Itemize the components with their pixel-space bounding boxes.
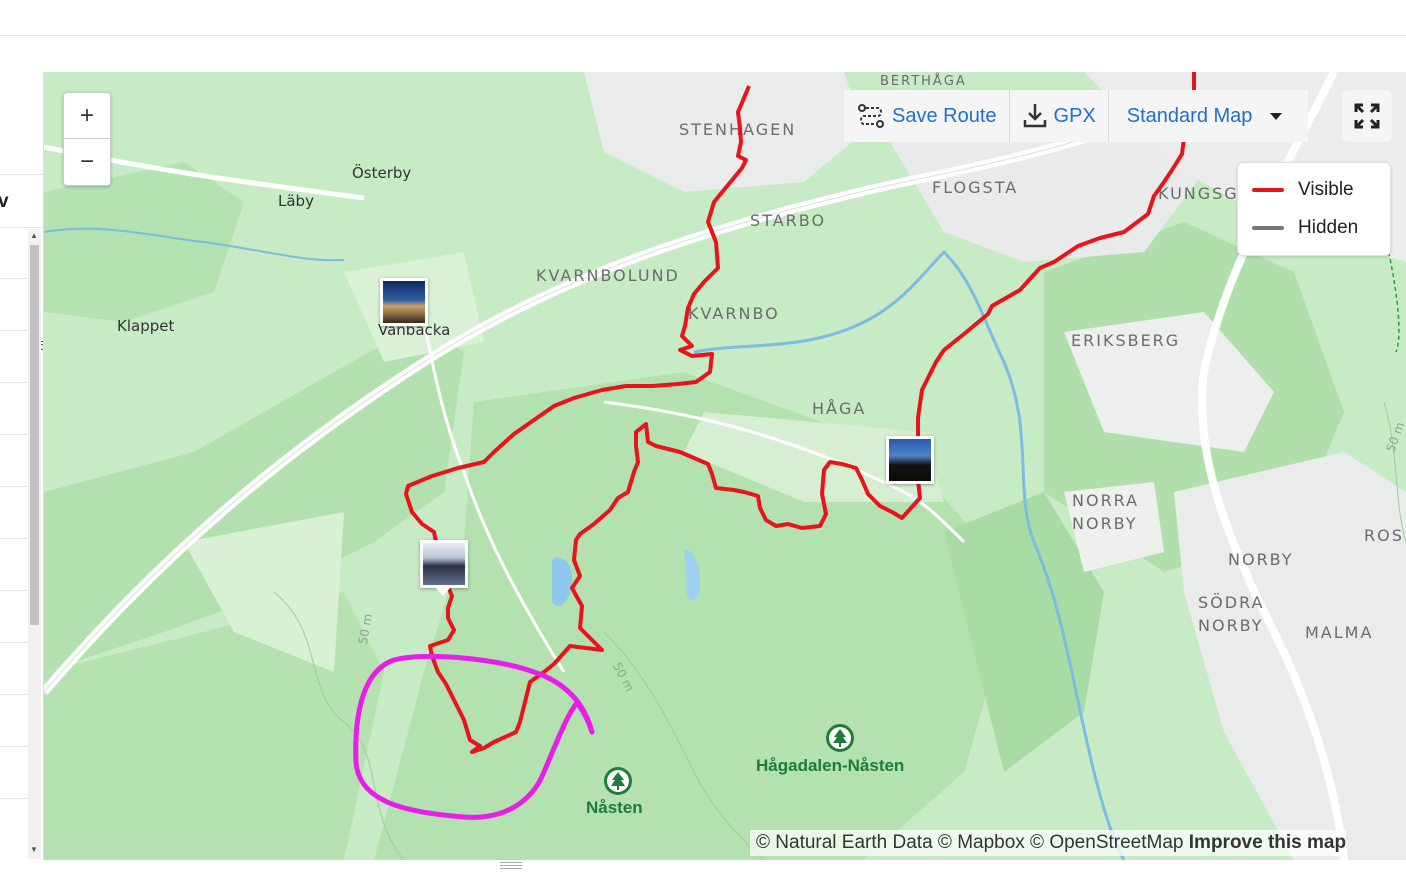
fullscreen-icon <box>1354 103 1380 129</box>
left-panel-header: v <box>0 174 43 228</box>
download-icon <box>1023 104 1046 128</box>
list-row-divider <box>0 590 28 591</box>
annotation-circle <box>353 653 595 820</box>
list-row-divider <box>0 330 28 331</box>
resize-handle[interactable] <box>500 862 522 872</box>
improve-map-link[interactable]: Improve this map <box>1189 832 1346 853</box>
legend-swatch <box>1252 188 1284 192</box>
list-row-divider <box>0 642 28 643</box>
left-panel-scrollbar[interactable]: ▲ ▼ <box>28 229 41 859</box>
gpx-download-button[interactable]: GPX <box>1009 90 1109 142</box>
photo-thumbnail <box>889 439 931 481</box>
route-track <box>404 72 1196 754</box>
list-row-divider <box>0 382 28 383</box>
photo-thumbnail <box>423 543 465 585</box>
list-row-divider <box>0 694 28 695</box>
photo-marker[interactable] <box>420 540 468 588</box>
map-attribution: © Natural Earth Data © Mapbox © OpenStre… <box>750 830 1347 856</box>
legend-label: Hidden <box>1298 217 1359 238</box>
zoom-control: + − <box>63 92 111 186</box>
list-row-divider <box>0 434 28 435</box>
save-route-button[interactable]: Save Route <box>844 90 1010 142</box>
legend-item-hidden: Hidden <box>1252 217 1358 239</box>
chevron-down-icon <box>1270 112 1283 120</box>
list-row-divider <box>0 486 28 487</box>
zoom-in-button[interactable]: + <box>64 93 110 138</box>
map-style-label: Standard Map <box>1126 104 1253 127</box>
page-header-bar <box>0 36 1406 73</box>
photo-marker[interactable] <box>380 278 428 326</box>
zoom-out-button[interactable]: − <box>64 138 110 184</box>
attribution-text[interactable]: © Natural Earth Data © Mapbox © OpenStre… <box>756 832 1183 853</box>
route-icon <box>858 104 884 128</box>
scroll-up-icon[interactable]: ▲ <box>30 231 38 240</box>
left-panel-header-text: v <box>0 191 9 213</box>
legend-label: Visible <box>1298 179 1354 200</box>
scroll-down-icon[interactable]: ▼ <box>30 845 38 854</box>
list-row-divider <box>0 798 28 799</box>
save-route-label: Save Route <box>892 104 997 127</box>
photo-thumbnail <box>383 281 425 323</box>
list-row-divider <box>0 538 28 539</box>
route-overlay <box>353 72 1196 820</box>
list-row-divider <box>0 746 28 747</box>
map-style-dropdown[interactable]: Standard Map <box>1108 90 1309 142</box>
map-toolbar: Save Route GPX Standard Map <box>844 90 1309 142</box>
legend-item-visible: Visible <box>1252 179 1354 201</box>
route-legend: Visible Hidden <box>1237 162 1391 256</box>
fullscreen-button[interactable] <box>1342 90 1392 142</box>
list-row-divider <box>0 278 28 279</box>
scrollbar-thumb[interactable] <box>30 245 39 625</box>
annotation-circle <box>575 701 595 735</box>
left-panel: v 5 ▲ ▼ <box>0 72 44 860</box>
photo-marker[interactable] <box>886 436 934 484</box>
gpx-label: GPX <box>1053 104 1096 127</box>
legend-swatch <box>1252 226 1284 230</box>
browser-top-bar <box>0 0 1406 36</box>
map-canvas[interactable]: STENHAGEN BERTHÅGA FLOGSTA KUNGSG STARBO… <box>44 72 1406 860</box>
photo-marker-pin <box>436 588 450 596</box>
